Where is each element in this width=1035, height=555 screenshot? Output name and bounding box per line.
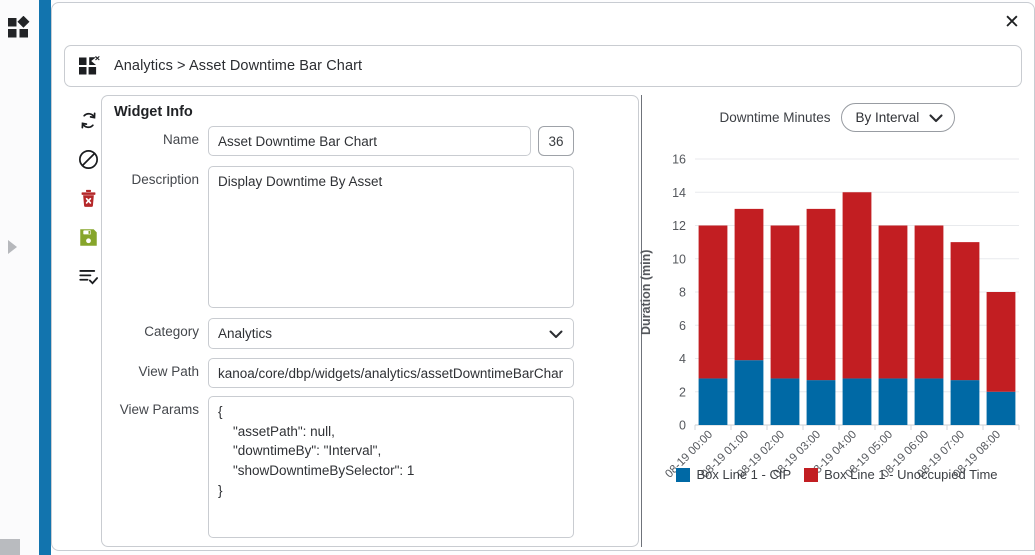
bar-segment	[770, 378, 800, 425]
downtime-minutes-label: Downtime Minutes	[719, 110, 831, 125]
widget-editor-window: ✕ Analytics > Asset Downtime Bar Chart W…	[51, 2, 1035, 551]
category-row: Category Analytics	[112, 318, 574, 349]
bar-segment	[698, 378, 728, 425]
bar-segment	[986, 292, 1016, 392]
bar-segment	[878, 225, 908, 379]
bar-chart-svg: 024681012141608-19 00:0008-19 01:0008-19…	[663, 153, 1020, 481]
y-tick-label: 14	[672, 186, 686, 200]
list-check-button[interactable]	[73, 261, 103, 291]
view-params-label: View Params	[119, 402, 199, 417]
bar-segment	[734, 208, 764, 361]
bar-segment	[734, 360, 764, 425]
cancel-button[interactable]	[73, 144, 103, 174]
description-input[interactable]	[208, 166, 574, 308]
chart-legend: Box Line 1 - CIP Box Line 1 - Unoccupied …	[647, 467, 1027, 482]
app-root: ✕ Analytics > Asset Downtime Bar Chart W…	[0, 0, 1035, 555]
plot-area: Duration (min) 0 2 4 6 8 10 12 14 16 08-19 00:00 0…	[639, 145, 1027, 547]
y-tick-label: 4	[679, 352, 686, 366]
legend-item[interactable]: Box Line 1 - Unoccupied Time	[804, 467, 998, 482]
widget-info-title: Widget Info	[114, 104, 193, 120]
view-path-input[interactable]	[208, 358, 574, 388]
view-path-label: View Path	[138, 364, 199, 379]
view-params-input[interactable]	[208, 396, 574, 538]
y-tick-label: 0	[679, 419, 686, 433]
delete-button[interactable]	[73, 183, 103, 213]
breadcrumb-text: Analytics > Asset Downtime Bar Chart	[114, 58, 363, 74]
save-button[interactable]	[73, 222, 103, 252]
bar-segment	[842, 378, 872, 425]
rail-accent-bar	[39, 0, 51, 555]
category-label: Category	[144, 324, 199, 339]
y-tick-label: 16	[672, 153, 686, 167]
widget-info-card: Widget Info Name 36 Description Category…	[101, 95, 639, 547]
rail-bottom-chip	[0, 539, 20, 555]
bar-segment	[806, 380, 836, 425]
y-tick-label: 12	[672, 219, 686, 233]
bar-segment	[986, 391, 1016, 425]
legend-swatch	[804, 467, 819, 482]
chart-header: Downtime Minutes By Interval	[647, 103, 1027, 132]
bar-segment	[914, 225, 944, 379]
legend-label: Box Line 1 - CIP	[696, 467, 792, 482]
view-path-row: View Path	[112, 358, 574, 388]
name-label: Name	[162, 132, 199, 147]
name-row: Name 36	[112, 126, 574, 156]
bar-segment	[806, 208, 836, 381]
widget-remove-icon	[79, 56, 101, 76]
name-input[interactable]	[208, 126, 531, 156]
y-tick-label: 10	[672, 252, 686, 266]
legend-item[interactable]: Box Line 1 - CIP	[676, 467, 791, 482]
breadcrumb: Analytics > Asset Downtime Bar Chart	[64, 45, 1022, 87]
bar-segment	[914, 378, 944, 425]
legend-label: Box Line 1 - Unoccupied Time	[824, 467, 998, 482]
bar-segment	[878, 378, 908, 425]
left-rail	[0, 0, 39, 555]
bar-segment	[770, 225, 800, 379]
chart-panel: Downtime Minutes By Interval Duration (m…	[639, 95, 1027, 547]
y-tick-label: 2	[679, 385, 686, 399]
legend-swatch	[676, 467, 691, 482]
apps-grid-icon[interactable]	[7, 15, 31, 40]
bar-segment	[842, 192, 872, 379]
bar-segment	[950, 380, 980, 425]
category-select[interactable]: Analytics	[208, 318, 574, 349]
name-char-count: 36	[538, 126, 574, 156]
y-tick-label: 6	[679, 319, 686, 333]
description-label: Description	[131, 172, 199, 187]
y-tick-label: 8	[679, 286, 686, 300]
interval-select[interactable]: By Interval	[840, 103, 955, 132]
refresh-button[interactable]	[73, 105, 103, 135]
close-icon[interactable]: ✕	[998, 8, 1026, 36]
expand-arrow-icon[interactable]	[8, 240, 17, 254]
bar-segment	[698, 225, 728, 379]
description-row: Description	[112, 166, 574, 308]
view-params-row: View Params	[112, 396, 574, 538]
bar-segment	[950, 242, 980, 381]
